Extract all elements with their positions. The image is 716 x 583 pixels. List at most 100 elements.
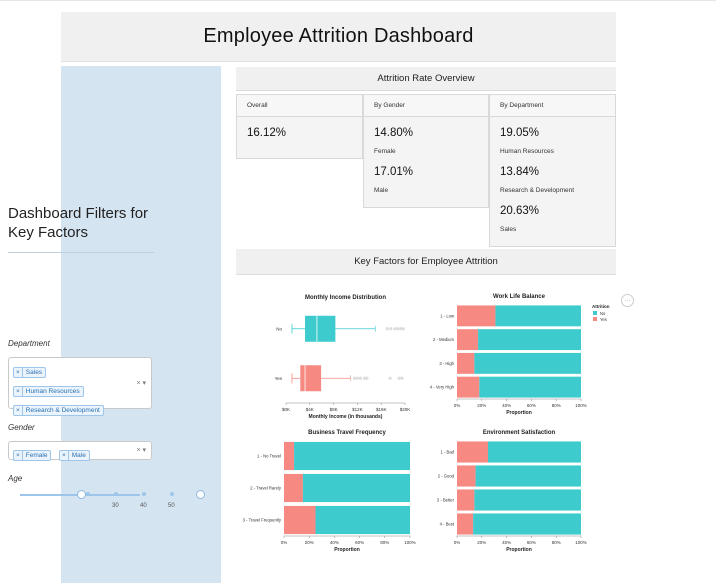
chart-title: Business Travel Frequency bbox=[308, 430, 386, 436]
legend-swatch bbox=[593, 311, 597, 315]
bar-yes bbox=[284, 473, 303, 503]
clear-icon[interactable]: × bbox=[136, 380, 140, 387]
bar-yes bbox=[284, 441, 295, 471]
outlier-point bbox=[388, 376, 392, 380]
x-tick-label: $20K bbox=[400, 407, 411, 412]
x-tick-label: $16K bbox=[376, 407, 387, 412]
overall-rate: 16.12% bbox=[247, 127, 287, 139]
outlier-point bbox=[393, 327, 397, 331]
remove-icon[interactable]: × bbox=[14, 406, 23, 415]
x-tick-label: 60% bbox=[355, 540, 364, 545]
bar-yes bbox=[457, 376, 480, 398]
x-tick-label: $12K bbox=[352, 407, 363, 412]
business-travel-chart: Business Travel Frequency 1 - No Travel 2 … bbox=[243, 430, 416, 553]
x-tick-label: 0% bbox=[454, 540, 461, 545]
x-tick-label: 0% bbox=[281, 540, 288, 545]
overview-section-title: Attrition Rate Overview bbox=[236, 67, 616, 91]
category-label: 1 - Bad bbox=[440, 450, 454, 455]
bar-no bbox=[294, 441, 410, 471]
category-label: 2 - Medium bbox=[433, 337, 454, 342]
gender-tag-female[interactable]: × Female bbox=[13, 450, 52, 461]
overall-card: Overall 16.12% bbox=[236, 94, 363, 159]
x-tick-label: 20% bbox=[477, 540, 486, 545]
page-title: Employee Attrition Dashboard bbox=[203, 25, 474, 47]
male-label: Male bbox=[374, 187, 389, 194]
x-tick-label: $4K bbox=[306, 407, 314, 412]
chart-title: Work Life Balance bbox=[493, 294, 546, 300]
age-tick: 30 bbox=[112, 503, 119, 509]
category-label: Yes bbox=[275, 376, 283, 381]
bar-yes bbox=[284, 505, 316, 535]
x-tick-label: $0K bbox=[282, 407, 290, 412]
outlier-point bbox=[352, 376, 357, 380]
category-label: 2 - Travel Rarely bbox=[250, 486, 282, 491]
outlier-point bbox=[397, 376, 401, 380]
category-label: 1 - Low bbox=[440, 313, 455, 318]
age-tick: 40 bbox=[140, 503, 147, 509]
rd-rate: 13.84% bbox=[500, 166, 540, 178]
outlier-point bbox=[365, 376, 369, 380]
bar-yes bbox=[457, 305, 496, 327]
x-axis-label: Proportion bbox=[506, 547, 532, 553]
department-controls[interactable]: × ▾ bbox=[136, 379, 146, 387]
department-card: By Department 19.05% Human Resources 13.8… bbox=[489, 94, 616, 247]
chevron-down-icon[interactable]: ▾ bbox=[142, 447, 146, 454]
gender-tag-male[interactable]: × Male bbox=[58, 450, 90, 461]
gender-multiselect[interactable]: × Female × Male × ▾ bbox=[8, 441, 152, 461]
work-life-balance-chart: Work Life Balance 1 - Low 2 - Medium 3 - Hi… bbox=[430, 294, 610, 416]
more-options-icon[interactable]: ··· bbox=[621, 294, 634, 307]
x-axis-label: Proportion bbox=[506, 410, 532, 416]
department-tag-hr[interactable]: × Human Resources bbox=[13, 386, 84, 397]
age-label: Age bbox=[8, 474, 23, 483]
bar-no bbox=[474, 352, 581, 374]
remove-icon[interactable]: × bbox=[14, 368, 23, 377]
sales-rate: 20.63% bbox=[500, 205, 540, 217]
x-axis-label: Monthly Income (in thousands) bbox=[309, 414, 383, 420]
bar-no bbox=[473, 513, 581, 535]
chevron-down-icon[interactable]: ▾ bbox=[142, 380, 146, 387]
x-tick-label: 0% bbox=[454, 403, 461, 408]
outlier-point bbox=[401, 327, 405, 331]
department-tag-rd[interactable]: × Research & Development bbox=[13, 405, 104, 416]
outlier-point bbox=[396, 327, 400, 331]
department-label: Department bbox=[8, 339, 50, 348]
box bbox=[300, 365, 322, 392]
age-slider-max-handle[interactable] bbox=[196, 490, 205, 499]
department-multiselect[interactable]: × Sales × Human Resources × Research & Deve… bbox=[8, 357, 152, 416]
category-label: No bbox=[276, 326, 282, 331]
x-tick-label: 40% bbox=[502, 403, 511, 408]
x-tick-label: 100% bbox=[575, 403, 587, 408]
dashboard-header: Employee Attrition Dashboard bbox=[61, 12, 616, 62]
bar-yes bbox=[457, 465, 476, 487]
card-header: Overall bbox=[237, 95, 362, 117]
environment-satisfaction-chart: Environment Satisfaction 1 - Bad 2 - Good 3… bbox=[437, 430, 587, 553]
bar-yes bbox=[457, 329, 479, 351]
x-tick-label: 40% bbox=[502, 540, 511, 545]
remove-icon[interactable]: × bbox=[14, 451, 23, 460]
outlier-point bbox=[389, 327, 393, 331]
x-tick-label: 80% bbox=[552, 540, 561, 545]
bar-no bbox=[302, 473, 410, 503]
bar-yes bbox=[457, 441, 488, 463]
slider-dot bbox=[86, 492, 90, 496]
legend-label: Yes bbox=[600, 317, 607, 322]
x-tick-label: 80% bbox=[380, 540, 389, 545]
box bbox=[305, 315, 336, 342]
female-label: Female bbox=[374, 148, 396, 155]
department-tag-sales[interactable]: × Sales bbox=[13, 367, 47, 378]
x-tick-label: 60% bbox=[527, 403, 536, 408]
category-label: 2 - Good bbox=[438, 474, 455, 479]
gender-controls[interactable]: × ▾ bbox=[136, 446, 146, 454]
legend-swatch bbox=[593, 317, 597, 321]
hr-rate: 19.05% bbox=[500, 127, 540, 139]
factors-section-title: Key Factors for Employee Attrition bbox=[236, 249, 616, 275]
bar-no bbox=[495, 305, 581, 327]
remove-icon[interactable]: × bbox=[60, 451, 69, 460]
age-slider-min-handle[interactable] bbox=[77, 490, 86, 499]
card-header: By Department bbox=[490, 95, 615, 117]
clear-icon[interactable]: × bbox=[136, 447, 140, 454]
remove-icon[interactable]: × bbox=[14, 387, 23, 396]
legend-title: Attrition bbox=[592, 304, 610, 309]
legend-label: No bbox=[600, 311, 606, 316]
monthly-income-chart: Monthly Income Distribution No Yes $0K $4K $8… bbox=[275, 295, 411, 420]
